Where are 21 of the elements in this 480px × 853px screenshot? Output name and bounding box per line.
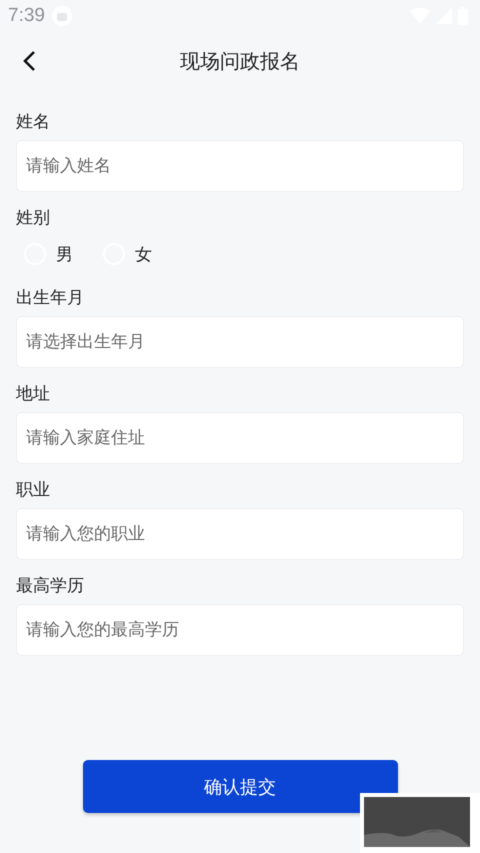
- back-icon[interactable]: [22, 50, 36, 72]
- submit-button[interactable]: 确认提交: [82, 760, 398, 813]
- field-label: 地址: [16, 383, 51, 406]
- input-field[interactable]: 请输入姓名: [16, 140, 464, 192]
- screenshot-thumbnail[interactable]: [360, 793, 480, 853]
- radio-option[interactable]: 男: [24, 242, 73, 266]
- notification-icon: [50, 5, 73, 27]
- radio-option[interactable]: 女: [103, 242, 152, 266]
- input-field[interactable]: 请输入您的职业: [16, 508, 464, 560]
- field-label: 姓别: [16, 207, 51, 230]
- radio-label: 男: [56, 244, 73, 266]
- field-label: 姓名: [16, 111, 51, 134]
- radio-label: 女: [135, 244, 152, 266]
- field-label: 出生年月: [16, 287, 85, 310]
- input-field[interactable]: 请选择出生年月: [16, 316, 464, 368]
- input-field[interactable]: 请输入家庭住址: [16, 412, 464, 464]
- field-label: 职业: [16, 479, 51, 502]
- page-title: 现场问政报名: [180, 48, 300, 74]
- field-label: 最高学历: [16, 575, 85, 598]
- status-time: 7:39: [8, 5, 45, 27]
- input-field[interactable]: 请输入您的最高学历: [16, 604, 464, 656]
